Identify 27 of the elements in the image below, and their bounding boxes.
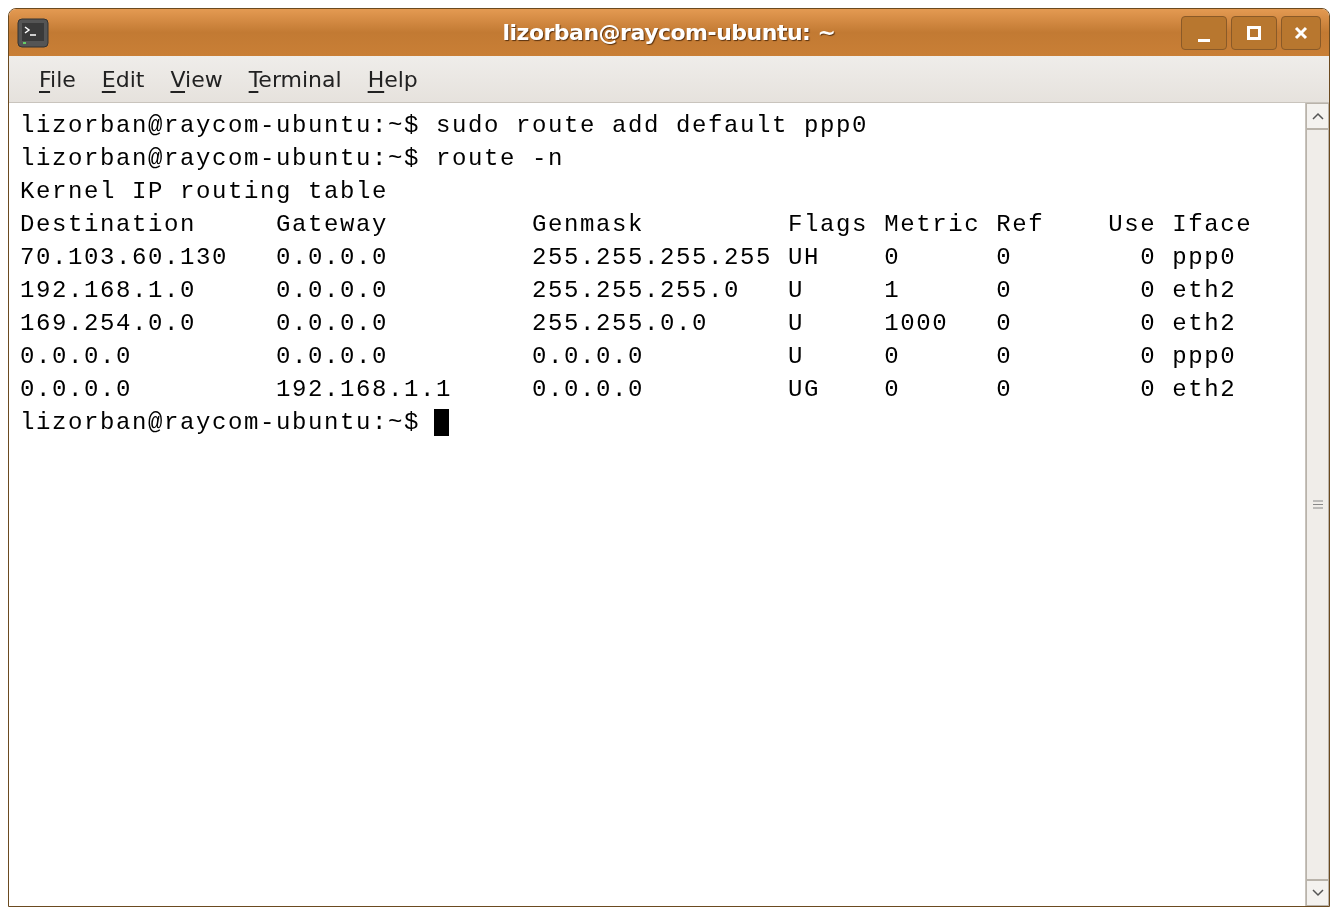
minimize-icon bbox=[1198, 39, 1210, 42]
menu-item[interactable]: Help bbox=[355, 58, 430, 100]
terminal-line: Destination Gateway Genmask Flags Metric Ref Use Iface bbox=[20, 210, 1253, 240]
prompt-text: lizorban@raycom-ubuntu:~$ bbox=[20, 408, 421, 438]
terminal-line: lizorban@raycom-ubuntu:~$ sudo route add default ppp0 bbox=[20, 111, 869, 141]
terminal-line: 192.168.1.0 0.0.0.0 255.255.255.0 U 1 0 0 eth2 bbox=[20, 276, 1237, 306]
menu-item[interactable]: Edit bbox=[89, 58, 157, 100]
terminal-line: lizorban@raycom-ubuntu:~$ route -n bbox=[20, 144, 565, 174]
close-button[interactable] bbox=[1281, 15, 1321, 50]
menu-item[interactable]: View bbox=[158, 58, 235, 100]
menu-item[interactable]: Terminal bbox=[236, 58, 354, 100]
terminal-line: Kernel IP routing table bbox=[20, 177, 389, 207]
scroll-down-button[interactable] bbox=[1306, 880, 1329, 906]
grip-icon bbox=[1312, 500, 1323, 509]
terminal-line: 70.103.60.130 0.0.0.0 255.255.255.255 UH 0 0 0 ppp0 bbox=[20, 243, 1237, 273]
terminal-line: 0.0.0.0 0.0.0.0 0.0.0.0 U 0 0 0 ppp0 bbox=[20, 342, 1237, 372]
text-cursor bbox=[434, 409, 450, 436]
window-title: lizorban@raycom-ubuntu: ~ bbox=[502, 19, 836, 47]
terminal-line: 169.254.0.0 0.0.0.0 255.255.0.0 U 1000 0 0 eth2 bbox=[20, 309, 1237, 339]
maximize-button[interactable] bbox=[1231, 15, 1277, 50]
minimize-button[interactable] bbox=[1181, 15, 1227, 50]
terminal-line: 0.0.0.0 192.168.1.1 0.0.0.0 UG 0 0 0 eth2 bbox=[20, 375, 1237, 405]
maximize-icon bbox=[1246, 24, 1262, 41]
terminal-icon bbox=[17, 17, 49, 48]
close-icon bbox=[1293, 24, 1309, 41]
scroll-up-button[interactable] bbox=[1306, 103, 1329, 129]
menu-item[interactable]: File bbox=[27, 58, 88, 100]
